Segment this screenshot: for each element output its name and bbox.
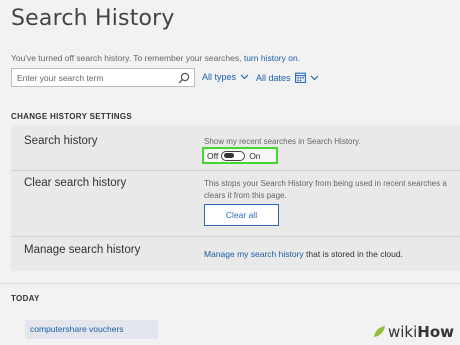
turn-history-on-link[interactable]: turn history on [244,53,298,63]
search-input[interactable] [12,69,172,86]
toggle-knob [224,152,235,159]
calendar-icon [294,72,306,83]
clear-history-description-line1: This stops your Search History from bein… [204,179,447,188]
history-entry[interactable]: computershare vouchers [25,320,158,339]
clear-history-label: Clear search history [24,177,127,189]
today-heading: TODAY [11,294,40,303]
watermark-how: How [417,323,454,341]
chevron-down-icon [310,75,318,80]
search-box[interactable] [11,68,195,87]
all-types-filter[interactable]: All types [202,72,249,82]
wikihow-watermark: wiki How [372,323,454,341]
leaf-icon [373,326,385,337]
notice-text: You've turned off search history. To rem… [11,53,244,63]
clear-history-description: This stops your Search History from bein… [204,178,447,202]
settings-panel: Search history Show my recent searches i… [11,125,460,271]
toggle-on-label: On [249,150,261,161]
all-types-label: All types [202,72,237,82]
toggle-off-label: Off [207,150,219,161]
all-dates-label: All dates [256,72,291,83]
manage-history-link[interactable]: Manage my search history [204,249,304,259]
history-off-notice: You've turned off search history. To rem… [11,53,300,63]
notice-end: . [297,53,301,63]
change-history-settings-heading: CHANGE HISTORY SETTINGS [11,112,132,121]
divider [0,283,460,284]
all-dates-filter[interactable]: All dates [256,72,319,83]
page-title: Search History [11,6,175,31]
clear-all-button[interactable]: Clear all [204,204,279,226]
search-history-row: Search history Show my recent searches i… [11,125,460,171]
manage-history-rest: that is stored in the cloud. [303,249,403,259]
toggle-switch[interactable] [221,150,246,161]
chevron-down-icon [240,74,249,80]
search-icon[interactable] [178,72,190,84]
manage-history-label: Manage search history [24,244,141,256]
search-history-label: Search history [24,135,98,147]
clear-history-description-line2: clears it from this page. [204,191,287,200]
watermark-wiki: wiki [387,323,418,341]
search-history-toggle[interactable]: Off On [202,147,278,164]
manage-history-text: Manage my search history that is stored … [204,249,403,259]
